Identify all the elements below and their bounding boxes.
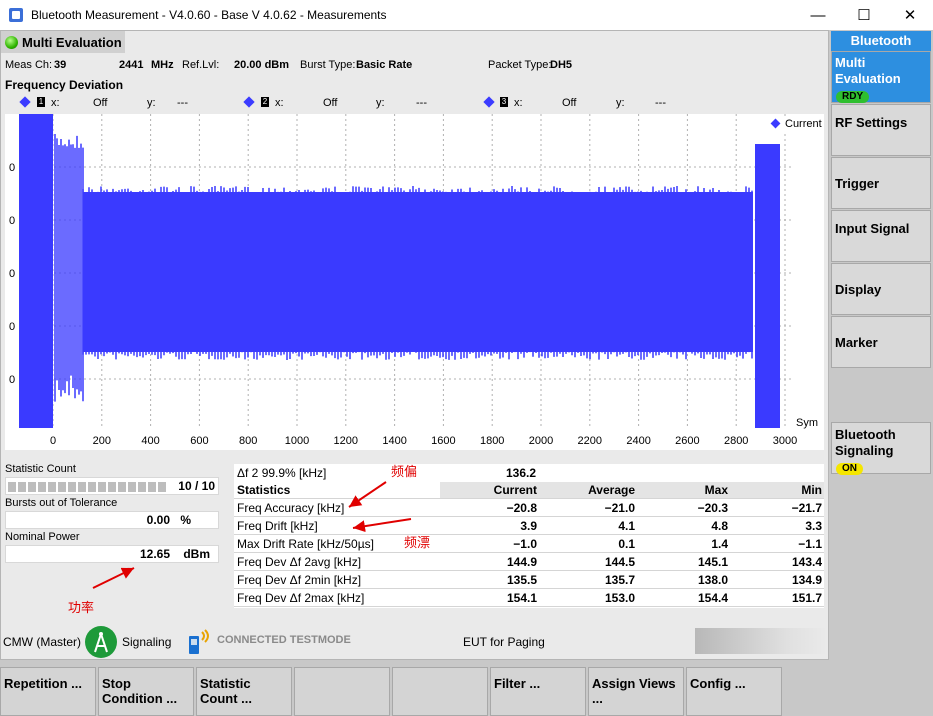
softkey-trigger[interactable]: Trigger [831, 157, 931, 209]
maximize-button[interactable]: ☐ [841, 0, 887, 30]
bottom-softkey-bar: Repetition ... Stop Condition ... Statis… [0, 667, 830, 716]
cmw-master-label: CMW (Master) [3, 635, 81, 649]
softkey-display-label: Display [835, 282, 882, 297]
signaling-label: Signaling [122, 635, 172, 649]
app-icon [9, 8, 23, 22]
softkey-marker[interactable]: Marker [831, 316, 931, 368]
bottom-assign-views[interactable]: Assign Views ... [588, 667, 684, 716]
eut-paging-label: EUT for Paging [463, 635, 545, 649]
status-bar: CMW (Master) Signaling CONNECTED TESTMOD… [1, 622, 830, 660]
signaling-antenna-icon [85, 626, 117, 658]
annotation-arrows [92, 481, 412, 589]
softkey-marker-label: Marker [835, 335, 878, 350]
measurement-area: Multi Evaluation Meas Ch: 39 2441 MHz Re… [0, 30, 829, 660]
softkey-multi-evaluation-label: Multi Evaluation [835, 55, 901, 86]
arrow-power [92, 567, 135, 589]
right-softkey-panel: Bluetooth Multi Evaluation RDY RF Settin… [830, 30, 933, 716]
bottom-config[interactable]: Config ... [686, 667, 782, 716]
softkey-input-signal-label: Input Signal [835, 221, 910, 236]
softkey-trigger-label: Trigger [835, 176, 880, 191]
window-titlebar: Bluetooth Measurement - V4.0.60 - Base V… [0, 0, 933, 30]
softkey-bluetooth-signaling-label: Bluetooth Signaling [835, 427, 896, 458]
bottom-statistic-count[interactable]: Statistic Count ... [196, 667, 292, 716]
arrow-freq-offset [348, 481, 387, 508]
softkey-bluetooth-signaling[interactable]: Bluetooth Signaling ON [831, 422, 931, 475]
bottom-repetition[interactable]: Repetition ... [0, 667, 96, 716]
minimize-button[interactable]: — [795, 0, 841, 30]
window-title: Bluetooth Measurement - V4.0.60 - Base V… [31, 8, 387, 22]
softkey-display[interactable]: Display [831, 263, 931, 315]
arrow-freq-drift [352, 518, 412, 533]
close-button[interactable]: ✕ [887, 0, 933, 30]
softkey-input-signal[interactable]: Input Signal [831, 210, 931, 262]
softkey-multi-evaluation[interactable]: Multi Evaluation RDY [831, 51, 931, 103]
softkey-rf-settings-label: RF Settings [835, 115, 908, 130]
connected-testmode-label: CONNECTED TESTMODE [217, 634, 351, 646]
connected-phone-icon [183, 628, 213, 656]
bottom-filter[interactable]: Filter ... [490, 667, 586, 716]
progress-indicator [695, 628, 827, 654]
bluetooth-header: Bluetooth [831, 31, 931, 51]
bottom-empty-1[interactable] [294, 667, 390, 716]
on-badge: ON [836, 463, 863, 475]
bottom-empty-2[interactable] [392, 667, 488, 716]
bottom-stop-condition[interactable]: Stop Condition ... [98, 667, 194, 716]
rdy-badge: RDY [836, 91, 870, 103]
softkey-rf-settings[interactable]: RF Settings [831, 104, 931, 156]
